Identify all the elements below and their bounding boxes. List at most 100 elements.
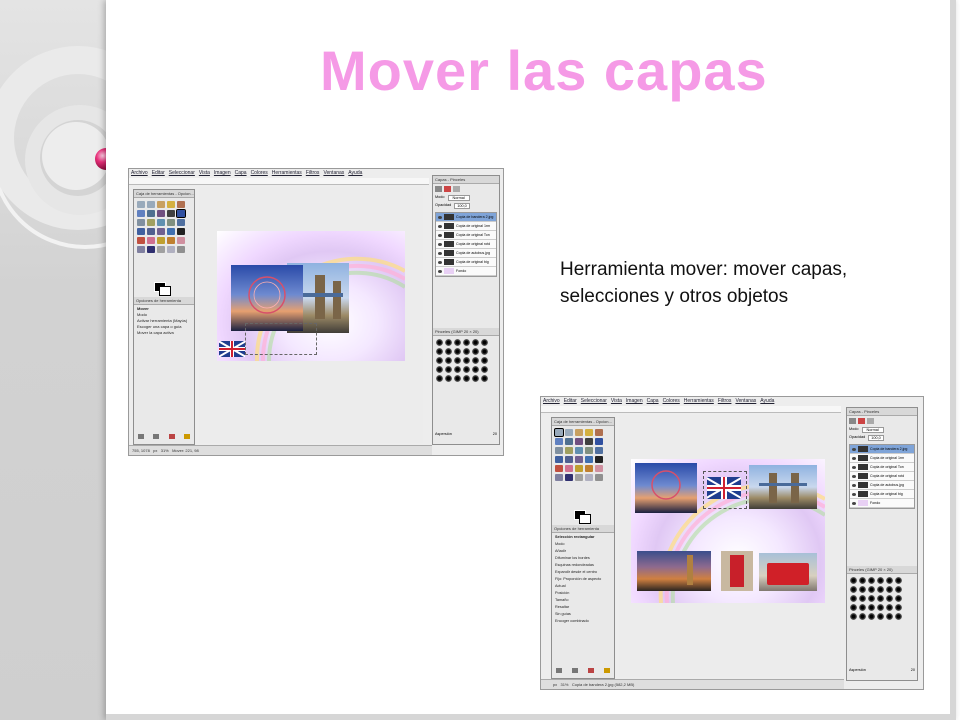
menu-ventanas[interactable]: Ventanas bbox=[735, 397, 756, 405]
move-tool-icon[interactable] bbox=[176, 209, 186, 218]
menu-seleccionar[interactable]: Seleccionar bbox=[169, 169, 195, 177]
zoom-tool-icon[interactable] bbox=[555, 447, 563, 454]
scale-tool-icon[interactable] bbox=[137, 228, 145, 235]
menu-imagen[interactable]: Imagen bbox=[626, 397, 643, 405]
phone-box-photo[interactable] bbox=[721, 551, 753, 591]
color-select-tool-icon[interactable] bbox=[595, 429, 603, 436]
heal-tool-icon[interactable] bbox=[585, 474, 593, 481]
save-options-icon[interactable] bbox=[138, 434, 144, 439]
unit-select[interactable]: px bbox=[153, 448, 157, 453]
opacity-value[interactable]: 100,0 bbox=[454, 203, 470, 209]
menu-filtros[interactable]: Filtros bbox=[718, 397, 732, 405]
zoom-select[interactable]: 31% bbox=[560, 682, 568, 687]
option-checkbox[interactable]: Resaltar bbox=[555, 604, 601, 611]
paths-tool-icon[interactable] bbox=[575, 438, 583, 445]
layer-row[interactable]: Copia de original rotd bbox=[850, 472, 914, 481]
shear-tool-icon[interactable] bbox=[565, 456, 573, 463]
reset-options-icon[interactable] bbox=[604, 668, 610, 673]
smudge-tool-icon[interactable] bbox=[177, 246, 185, 253]
layer-row[interactable]: Copia de original big bbox=[850, 490, 914, 499]
menu-vista[interactable]: Vista bbox=[199, 169, 210, 177]
free-select-tool-icon[interactable] bbox=[575, 429, 583, 436]
measure-tool-icon[interactable] bbox=[147, 219, 155, 226]
delete-options-icon[interactable] bbox=[168, 434, 175, 439]
option-checkbox[interactable]: Expandir desde el centro bbox=[555, 569, 601, 576]
paths-tab-icon[interactable] bbox=[453, 186, 460, 192]
menu-editar[interactable]: Editar bbox=[152, 169, 165, 177]
unit-select[interactable]: px bbox=[553, 682, 557, 687]
clone-tool-icon[interactable] bbox=[157, 246, 165, 253]
rect-select-tool-icon[interactable] bbox=[137, 201, 145, 208]
foreground-select-tool-icon[interactable] bbox=[147, 210, 155, 217]
menu-imagen[interactable]: Imagen bbox=[214, 169, 231, 177]
text-tool-icon[interactable] bbox=[177, 228, 185, 235]
fuzzy-select-tool-icon[interactable] bbox=[585, 429, 593, 436]
option-checkbox[interactable]: Fijo: Proporción de aspecto bbox=[555, 576, 601, 583]
double-decker-bus-photo[interactable] bbox=[759, 553, 817, 591]
option-checkbox[interactable]: Encoger combinado bbox=[555, 618, 601, 625]
tower-bridge-photo[interactable] bbox=[749, 465, 817, 509]
heal-tool-icon[interactable] bbox=[167, 246, 175, 253]
menu-colores[interactable]: Colores bbox=[663, 397, 680, 405]
layer-row[interactable]: Copia de original Ton bbox=[436, 231, 496, 240]
fg-bg-color-swatch[interactable] bbox=[154, 282, 171, 296]
clone-tool-icon[interactable] bbox=[575, 474, 583, 481]
paintbrush-tool-icon[interactable] bbox=[167, 237, 175, 244]
airbrush-tool-icon[interactable] bbox=[137, 246, 145, 253]
option-select[interactable]: Actual bbox=[555, 583, 601, 590]
smudge-tool-icon[interactable] bbox=[595, 474, 603, 481]
channels-tab-icon[interactable] bbox=[444, 186, 451, 192]
bucket-fill-tool-icon[interactable] bbox=[137, 237, 145, 244]
layer-mode-select[interactable]: Normal bbox=[447, 195, 470, 201]
opacity-value[interactable]: 100,0 bbox=[868, 435, 884, 441]
flip-tool-icon[interactable] bbox=[167, 228, 175, 235]
color-picker-tool-icon[interactable] bbox=[585, 438, 593, 445]
airbrush-tool-icon[interactable] bbox=[555, 474, 563, 481]
layer-mode-select[interactable]: Normal bbox=[861, 427, 884, 433]
image-canvas[interactable] bbox=[199, 187, 423, 443]
free-select-tool-icon[interactable] bbox=[157, 201, 165, 208]
union-jack-layer[interactable] bbox=[219, 341, 245, 357]
parliament-photo[interactable] bbox=[637, 551, 711, 591]
color-select-tool-icon[interactable] bbox=[177, 201, 185, 208]
ellipse-select-tool-icon[interactable] bbox=[147, 201, 155, 208]
pencil-tool-icon[interactable] bbox=[575, 465, 583, 472]
pencil-tool-icon[interactable] bbox=[157, 237, 165, 244]
brush-grid[interactable] bbox=[847, 574, 905, 623]
align-tool-icon[interactable] bbox=[575, 447, 583, 454]
option-checkbox[interactable]: Esquinas redondeadas bbox=[555, 562, 601, 569]
paths-tool-icon[interactable] bbox=[157, 210, 165, 217]
channels-tab-icon[interactable] bbox=[858, 418, 865, 424]
blend-tool-icon[interactable] bbox=[565, 465, 573, 472]
menu-seleccionar[interactable]: Seleccionar bbox=[581, 397, 607, 405]
delete-options-icon[interactable] bbox=[588, 668, 594, 673]
rotate-tool-icon[interactable] bbox=[177, 219, 185, 226]
move-tool-icon[interactable] bbox=[595, 438, 603, 445]
perspective-tool-icon[interactable] bbox=[157, 228, 165, 235]
layers-tab-icon[interactable] bbox=[435, 186, 442, 192]
scissors-tool-icon[interactable] bbox=[555, 438, 563, 445]
menu-herramientas[interactable]: Herramientas bbox=[272, 169, 302, 177]
crop-tool-icon[interactable] bbox=[585, 447, 593, 454]
london-eye-photo[interactable] bbox=[231, 265, 303, 331]
brush-grid[interactable] bbox=[433, 336, 491, 385]
reset-options-icon[interactable] bbox=[183, 434, 190, 439]
foreground-select-tool-icon[interactable] bbox=[565, 438, 573, 445]
menu-archivo[interactable]: Archivo bbox=[543, 397, 560, 405]
text-tool-icon[interactable] bbox=[595, 456, 603, 463]
perspective-tool-icon[interactable] bbox=[575, 456, 583, 463]
zoom-select[interactable]: 31% bbox=[161, 448, 169, 453]
menu-ayuda[interactable]: Ayuda bbox=[348, 169, 362, 177]
zoom-tool-icon[interactable] bbox=[137, 219, 145, 226]
ellipse-select-tool-icon[interactable] bbox=[565, 429, 573, 436]
menu-filtros[interactable]: Filtros bbox=[306, 169, 320, 177]
menu-ayuda[interactable]: Ayuda bbox=[760, 397, 774, 405]
london-eye-photo[interactable] bbox=[635, 463, 697, 513]
ink-tool-icon[interactable] bbox=[147, 246, 155, 253]
ink-tool-icon[interactable] bbox=[565, 474, 573, 481]
flip-tool-icon[interactable] bbox=[585, 456, 593, 463]
measure-tool-icon[interactable] bbox=[565, 447, 573, 454]
rotate-tool-icon[interactable] bbox=[595, 447, 603, 454]
layer-row[interactable]: Copia de original 1rm bbox=[850, 454, 914, 463]
paintbrush-tool-icon[interactable] bbox=[585, 465, 593, 472]
